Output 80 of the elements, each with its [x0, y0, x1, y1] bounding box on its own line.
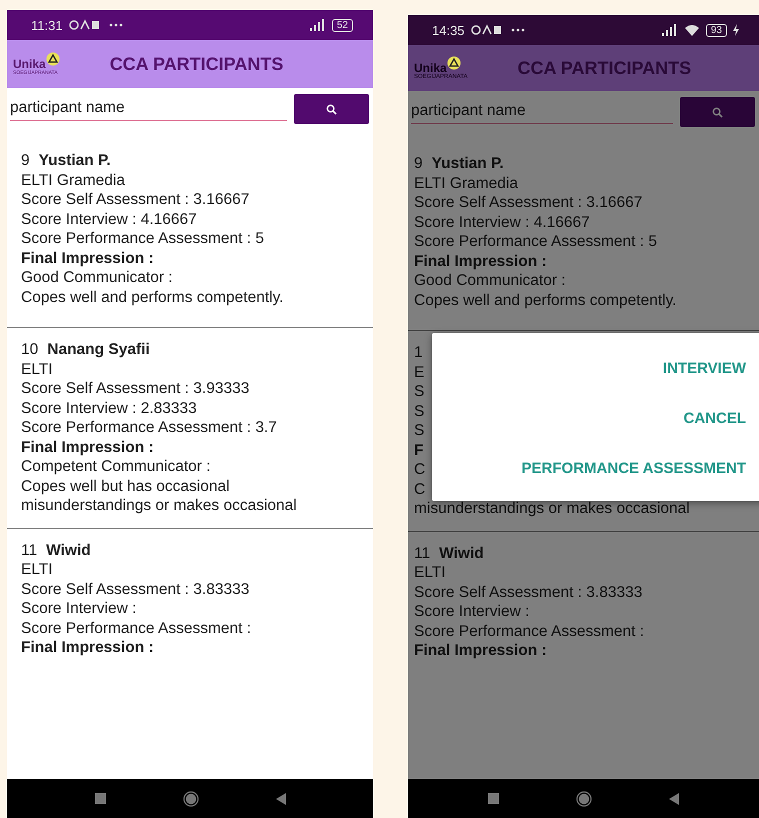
- participant-detail: ELTI Gramedia: [414, 174, 518, 193]
- search-icon: [326, 104, 337, 114]
- dialog-option[interactable]: CANCEL: [684, 393, 746, 443]
- screen-title: CCA PARTICIPANTS: [517, 58, 692, 78]
- participant-detail: Copes well and performs competently.: [21, 288, 284, 307]
- participant-detail: misunderstandings or makes occasional: [21, 496, 297, 516]
- triangle-logo-icon: [46, 52, 60, 66]
- participant-detail: Score Self Assessment : 3.16667: [21, 190, 250, 210]
- participant-detail: Competent Communicator :: [21, 457, 211, 476]
- section-label: F: [414, 440, 424, 460]
- participant-detail: Score Self Assessment : 3.16667: [414, 193, 642, 212]
- dialog-option[interactable]: INTERVIEW: [662, 343, 746, 393]
- section-label: Final Impression :: [21, 438, 154, 457]
- participant-detail: Good Communicator :: [21, 268, 173, 288]
- participant-detail: ELTI: [414, 563, 446, 582]
- battery-level: 93: [706, 24, 727, 36]
- participant-detail: S: [414, 382, 424, 402]
- participant-name: Wiwid: [46, 540, 91, 560]
- participant-detail: ELTI: [21, 360, 53, 379]
- status-time: 14:35: [432, 22, 465, 38]
- section-label: Final Impression :: [414, 252, 547, 271]
- participant-number: 11: [414, 544, 430, 563]
- participant-name: Nanang Syafii: [47, 340, 150, 360]
- participant-detail: Score Performance Assessment : 5: [414, 232, 657, 252]
- participant-detail: ELTI Gramedia: [21, 170, 125, 190]
- participant-detail: misunderstandings or makes occasional: [414, 499, 690, 518]
- back-triangle-icon[interactable]: [276, 792, 286, 804]
- participant-detail: E: [414, 362, 424, 382]
- participant-name: Yustian P.: [38, 151, 111, 170]
- more-dots-icon: [510, 28, 525, 32]
- notification-icons-icon: [68, 19, 99, 31]
- status-time: 11:31: [31, 18, 63, 32]
- wifi-icon: [684, 24, 700, 36]
- participant-detail: S: [414, 402, 424, 421]
- section-label: Final Impression :: [21, 248, 154, 268]
- participant-detail: Score Interview : 4.16667: [21, 210, 197, 229]
- triangle-logo-icon: [446, 56, 461, 70]
- participant-detail: C: [414, 460, 426, 480]
- participant-number: 9: [414, 154, 423, 174]
- home-circle-icon[interactable]: [182, 790, 198, 806]
- home-circle-icon[interactable]: [576, 790, 592, 806]
- participant-detail: S: [414, 421, 424, 440]
- participant-number: 11: [21, 540, 38, 560]
- more-dots-icon: [108, 23, 123, 27]
- participant-number: 9: [21, 151, 30, 170]
- search-field[interactable]: participant name: [411, 100, 673, 124]
- participant-detail: Score Performance Assessment :: [414, 622, 644, 641]
- battery-level: 52: [332, 18, 353, 32]
- participant-detail: Score Performance Assessment : 5: [21, 229, 264, 248]
- recents-square-icon[interactable]: [94, 793, 106, 804]
- dialog-option[interactable]: PERFORMANCE ASSESSMENT: [522, 443, 746, 493]
- participant-detail: Score Self Assessment : 3.83333: [414, 582, 642, 602]
- participant-detail: Copes well and performs competently.: [414, 290, 676, 310]
- section-label: Final Impression :: [21, 638, 154, 658]
- participant-name: Wiwid: [439, 544, 484, 563]
- participant-number: 10: [21, 340, 38, 360]
- participant-detail: Score Interview :: [21, 599, 136, 618]
- participant-detail: Score Self Assessment : 3.93333: [21, 379, 250, 398]
- participant-name: Yustian P.: [432, 154, 504, 174]
- participant-detail: Score Self Assessment : 3.83333: [21, 580, 250, 599]
- participant-detail: ELTI: [21, 560, 53, 580]
- search-field[interactable]: participant name: [10, 97, 287, 121]
- participant-detail: Copes well but has occasional: [21, 476, 230, 496]
- participant-number: 1: [414, 343, 423, 362]
- notification-icons-icon: [470, 24, 501, 36]
- section-label: Final Impression :: [414, 641, 547, 660]
- participant-detail: Score Performance Assessment : 3.7: [21, 418, 277, 438]
- participant-detail: Score Interview : 2.83333: [21, 398, 197, 418]
- logo-text: Unika: [13, 58, 46, 70]
- search-icon: [712, 106, 723, 118]
- signal-icon: [310, 19, 326, 31]
- logo-text: Unika: [414, 62, 447, 74]
- back-triangle-icon[interactable]: [669, 792, 679, 804]
- participant-detail: C: [414, 480, 426, 499]
- participant-detail: Score Performance Assessment :: [21, 618, 252, 638]
- participant-detail: Score Interview :: [414, 602, 530, 622]
- screen-title: CCA PARTICIPANTS: [110, 54, 284, 74]
- signal-icon: [662, 24, 678, 36]
- participant-detail: Good Communicator :: [414, 271, 566, 290]
- participant-detail: Score Interview : 4.16667: [414, 212, 590, 232]
